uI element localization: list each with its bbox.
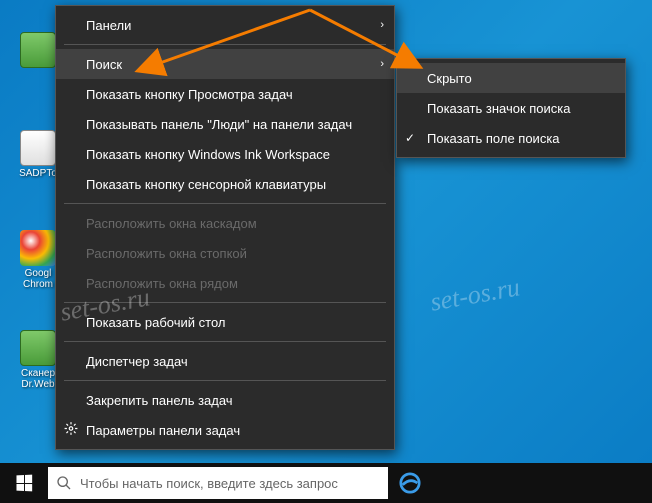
menu-item-label: Расположить окна рядом bbox=[86, 276, 238, 291]
menu-item-label: Закрепить панель задач bbox=[86, 393, 233, 408]
menu-item-label: Показать поле поиска bbox=[427, 131, 560, 146]
menu-item-label: Показать кнопку Просмотра задач bbox=[86, 87, 293, 102]
context-menu-item[interactable]: Показать кнопку сенсорной клавиатуры bbox=[56, 169, 394, 199]
search-submenu: Скрыто Показать значок поиска ✓ Показать по… bbox=[396, 58, 626, 158]
menu-item-label: Поиск bbox=[86, 57, 122, 72]
chevron-right-icon: › bbox=[380, 19, 384, 31]
context-menu-item[interactable]: Показать кнопку Windows Ink Workspace bbox=[56, 139, 394, 169]
taskbar: Чтобы начать поиск, введите здесь запрос bbox=[0, 463, 652, 503]
menu-item-label: Скрыто bbox=[427, 71, 472, 86]
taskbar-context-menu: Панели › Поиск › Показать кнопку Просмотра з… bbox=[55, 5, 395, 450]
menu-item-label: Диспетчер задач bbox=[86, 354, 188, 369]
search-icon bbox=[56, 475, 72, 491]
context-menu-item[interactable]: Показать рабочий стол bbox=[56, 307, 394, 337]
menu-item-label: Показать кнопку сенсорной клавиатуры bbox=[86, 177, 326, 192]
app-icon bbox=[20, 330, 56, 366]
menu-separator bbox=[64, 380, 386, 381]
menu-separator bbox=[64, 302, 386, 303]
context-menu-item: Расположить окна рядом bbox=[56, 268, 394, 298]
taskbar-edge-icon[interactable] bbox=[388, 463, 432, 503]
menu-item-label: Показывать панель "Люди" на панели задач bbox=[86, 117, 352, 132]
context-menu-item: Расположить окна каскадом bbox=[56, 208, 394, 238]
submenu-item[interactable]: ✓ Показать поле поиска bbox=[397, 123, 625, 153]
context-menu-item[interactable]: Параметры панели задач bbox=[56, 415, 394, 445]
context-menu-item[interactable]: Диспетчер задач bbox=[56, 346, 394, 376]
context-menu-item[interactable]: Поиск › bbox=[56, 49, 394, 79]
windows-logo-icon bbox=[16, 475, 32, 492]
menu-item-label: Расположить окна каскадом bbox=[86, 216, 257, 231]
context-menu-item[interactable]: Панели › bbox=[56, 10, 394, 40]
menu-item-label: Параметры панели задач bbox=[86, 423, 240, 438]
context-menu-item[interactable]: Показать кнопку Просмотра задач bbox=[56, 79, 394, 109]
menu-separator bbox=[64, 44, 386, 45]
menu-item-label: Показать кнопку Windows Ink Workspace bbox=[86, 147, 330, 162]
submenu-item[interactable]: Скрыто bbox=[397, 63, 625, 93]
app-icon bbox=[20, 32, 56, 68]
chrome-icon bbox=[20, 230, 56, 266]
context-menu-item: Расположить окна стопкой bbox=[56, 238, 394, 268]
check-icon: ✓ bbox=[405, 131, 415, 145]
menu-item-label: Показать рабочий стол bbox=[86, 315, 225, 330]
search-placeholder: Чтобы начать поиск, введите здесь запрос bbox=[80, 476, 338, 491]
edge-icon bbox=[399, 472, 421, 494]
menu-separator bbox=[64, 341, 386, 342]
app-icon bbox=[20, 130, 56, 166]
chevron-right-icon: › bbox=[380, 58, 384, 70]
menu-separator bbox=[64, 203, 386, 204]
menu-item-label: Расположить окна стопкой bbox=[86, 246, 247, 261]
gear-icon bbox=[64, 422, 78, 439]
submenu-item[interactable]: Показать значок поиска bbox=[397, 93, 625, 123]
taskbar-search-input[interactable]: Чтобы начать поиск, введите здесь запрос bbox=[48, 467, 388, 499]
menu-item-label: Показать значок поиска bbox=[427, 101, 571, 116]
context-menu-item[interactable]: Закрепить панель задач bbox=[56, 385, 394, 415]
context-menu-item[interactable]: Показывать панель "Люди" на панели задач bbox=[56, 109, 394, 139]
menu-item-label: Панели bbox=[86, 18, 131, 33]
start-button[interactable] bbox=[0, 463, 48, 503]
